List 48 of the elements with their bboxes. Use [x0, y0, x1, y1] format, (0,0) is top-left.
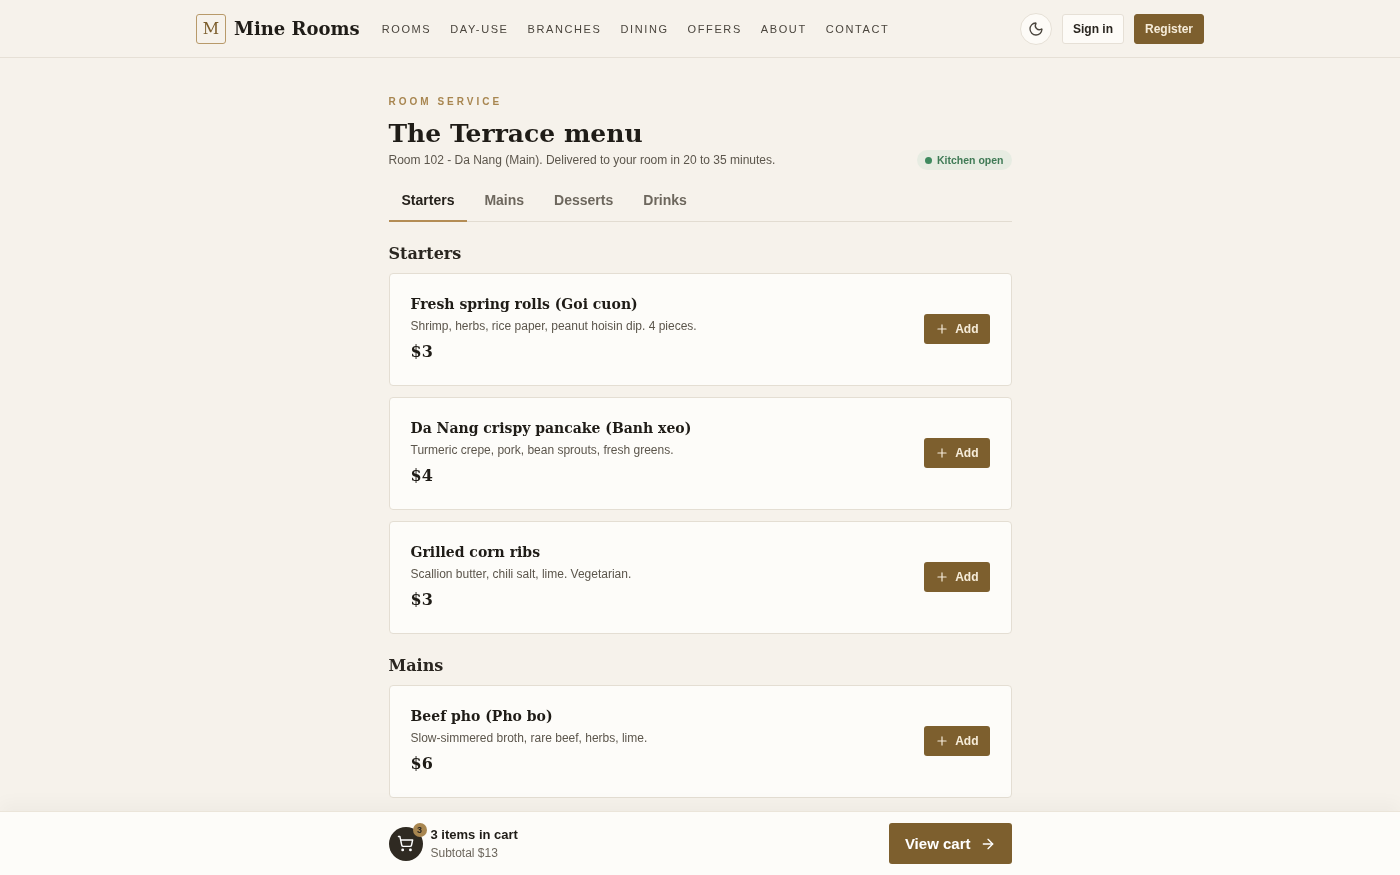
- eyebrow-label: ROOM SERVICE: [388, 96, 504, 107]
- nav-link[interactable]: ROOMS: [381, 22, 432, 35]
- item-description: Shrimp, herbs, rice paper, peanut hoisin dip. 4 pieces.: [410, 319, 698, 333]
- cart-icon: [397, 835, 414, 852]
- nav-link[interactable]: DINING: [620, 22, 669, 35]
- sign-in-button[interactable]: Sign in: [1061, 13, 1124, 44]
- nav-link[interactable]: BRANCHES: [527, 22, 602, 35]
- page-subtitle: Room 102 - Da Nang (Main). Delivered to your room in 20 to 35 minutes.: [388, 153, 776, 167]
- cart-subtotal: Subtotal $13: [430, 846, 499, 860]
- item-price: $6: [410, 754, 434, 773]
- nav-link[interactable]: ABOUT: [760, 22, 807, 35]
- category-tab[interactable]: Starters: [388, 192, 468, 222]
- page-title: The Terrace menu: [388, 119, 644, 148]
- item-description: Turmeric crepe, pork, bean sprouts, fresh greens.: [410, 443, 675, 457]
- brand-name[interactable]: Mine Rooms: [234, 18, 360, 39]
- category-tab[interactable]: Mains: [471, 192, 538, 222]
- add-button[interactable]: Add: [924, 725, 990, 756]
- cart-count-badge: 3: [412, 822, 427, 837]
- nav-link[interactable]: DAY-USE: [450, 22, 509, 35]
- item-price: $4: [410, 466, 434, 485]
- moon-icon: [1027, 20, 1044, 37]
- nav-link[interactable]: OFFERS: [687, 22, 742, 35]
- item-description: Slow-simmered broth, rare beef, herbs, lime.: [410, 731, 649, 745]
- cart-summary: 3 items in cart: [430, 827, 518, 842]
- add-button[interactable]: Add: [924, 437, 990, 468]
- item-name: Da Nang crispy pancake (Banh xeo): [410, 420, 693, 436]
- logo-mark[interactable]: M: [196, 13, 226, 44]
- view-cart-button[interactable]: View cart: [888, 823, 1012, 864]
- plus-icon: [935, 569, 950, 584]
- section-heading: Mains: [388, 656, 445, 675]
- section-heading: Starters: [388, 244, 463, 263]
- item-price: $3: [410, 342, 434, 361]
- status-pill: Kitchen open: [917, 150, 1012, 170]
- plus-icon: [935, 733, 950, 748]
- item-name: Beef pho (Pho bo): [410, 708, 554, 724]
- category-tab[interactable]: Drinks: [630, 192, 700, 222]
- register-button[interactable]: Register: [1133, 13, 1204, 44]
- item-name: Fresh spring rolls (Goi cuon): [410, 296, 639, 312]
- category-tab[interactable]: Desserts: [541, 192, 627, 222]
- theme-toggle-button[interactable]: [1019, 12, 1052, 45]
- add-button[interactable]: Add: [924, 561, 990, 592]
- item-price: $3: [410, 590, 434, 609]
- plus-icon: [935, 445, 950, 460]
- item-name: Grilled corn ribs: [410, 544, 541, 560]
- item-description: Scallion butter, chili salt, lime. Vegetarian.: [410, 567, 633, 581]
- add-button[interactable]: Add: [924, 313, 990, 344]
- plus-icon: [935, 321, 950, 336]
- nav-link[interactable]: CONTACT: [825, 22, 890, 35]
